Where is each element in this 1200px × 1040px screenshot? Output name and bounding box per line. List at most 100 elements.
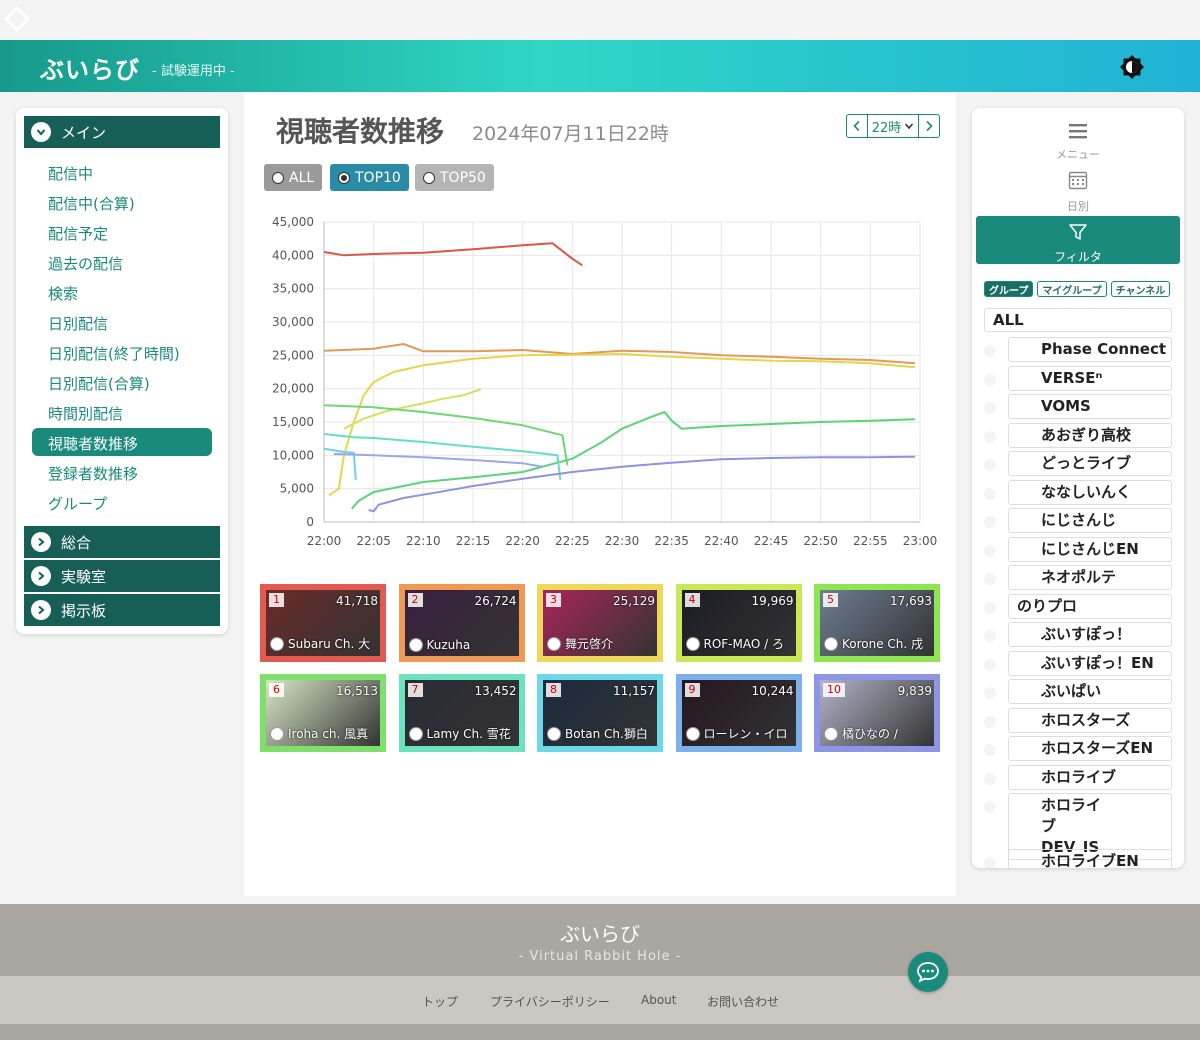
nav-item-subscriber-trend[interactable]: 登録者数推移 xyxy=(48,463,138,484)
nav-item-live[interactable]: 配信中 xyxy=(48,163,93,184)
footer-subtitle: - Virtual Rabbit Hole - xyxy=(518,949,682,964)
mode-top10-button[interactable]: TOP10 xyxy=(330,164,409,191)
theme-toggle-icon[interactable] xyxy=(1118,53,1146,81)
tab-group[interactable]: グループ xyxy=(984,281,1034,297)
footer-link-privacy[interactable]: プライバシーポリシー xyxy=(490,993,610,1010)
rank-badge: 6 xyxy=(269,683,284,697)
group-option[interactable]: VOMS xyxy=(984,394,1172,419)
nav-section-main[interactable]: メイン xyxy=(24,116,220,148)
ranking-tile[interactable]: 2 26,724 Kuzuha xyxy=(398,584,525,662)
rank-badge: 1 xyxy=(269,593,284,607)
group-option[interactable]: VERSEⁿ xyxy=(984,365,1172,391)
group-option[interactable]: ホロスターズ xyxy=(984,707,1172,733)
y-tick-label: 45,000 xyxy=(272,215,314,229)
site-brand[interactable]: ぶいらび xyxy=(40,50,140,85)
nav-item-daily-end[interactable]: 日別配信(終了時間) xyxy=(48,343,180,364)
channel-name-text: Iroha ch. 風真 xyxy=(288,727,369,741)
page-date: 2024年07月11日22時 xyxy=(472,123,669,145)
hour-select[interactable]: 22時 xyxy=(867,115,919,137)
chevron-right-icon xyxy=(31,532,51,552)
channel-name: ローレン・イロ xyxy=(685,725,788,742)
footer-link-top[interactable]: トップ xyxy=(422,993,458,1010)
avatar xyxy=(408,726,423,741)
group-option[interactable]: どっとライブ xyxy=(984,451,1172,476)
group-option[interactable]: あおぎり高校 xyxy=(984,422,1172,448)
group-name: どっとライブ xyxy=(1008,451,1172,476)
ranking-tile[interactable]: 4 19,969 ROF-MAO / ろ xyxy=(675,584,802,662)
checkbox-icon xyxy=(984,345,996,357)
nav-section-lab[interactable]: 実験室 xyxy=(24,560,220,592)
daily-label: 日別 xyxy=(1067,200,1089,213)
tab-channel[interactable]: チャンネル xyxy=(1110,281,1171,297)
group-option[interactable]: のりプロ xyxy=(984,593,1172,619)
checkbox-icon xyxy=(984,516,996,528)
nav-item-daily[interactable]: 日別配信 xyxy=(48,313,108,334)
nav-item-hourly[interactable]: 時間別配信 xyxy=(48,403,123,424)
group-option[interactable]: ネオポルテ xyxy=(984,565,1172,590)
daily-button[interactable]: 日別 xyxy=(976,164,1180,213)
group-option[interactable]: ホロスターズEN xyxy=(984,736,1172,761)
nav-item-daily-combined[interactable]: 日別配信(合算) xyxy=(48,373,150,394)
channel-name-text: Botan Ch.獅白 xyxy=(565,727,648,741)
nav-item-viewer-trend[interactable]: 視聴者数推移 xyxy=(48,433,138,454)
group-option[interactable]: ななしいんく xyxy=(984,479,1172,505)
nav-section-label: 掲示板 xyxy=(61,601,107,620)
series-line xyxy=(323,242,583,267)
y-tick-label: 35,000 xyxy=(272,282,314,296)
checkbox-icon xyxy=(984,430,996,443)
group-option[interactable]: ホロライブ xyxy=(984,764,1172,790)
group-all-option[interactable]: ALL xyxy=(984,308,1172,332)
mode-label: TOP50 xyxy=(440,169,486,186)
menu-label: メニュー xyxy=(1056,148,1100,161)
nav-item-live-combined[interactable]: 配信中(合算) xyxy=(48,193,135,214)
group-option[interactable]: にじさんじEN xyxy=(984,536,1172,562)
group-option[interactable]: ホロライブEN xyxy=(984,849,1172,868)
filter-button[interactable]: フィルタ xyxy=(976,216,1180,264)
group-option[interactable]: ぶいすぽっ！EN xyxy=(984,650,1172,676)
rank-badge: 3 xyxy=(546,593,561,607)
group-option[interactable]: Phase Connect xyxy=(984,337,1172,362)
group-option[interactable]: にじさんじ xyxy=(984,508,1172,533)
ranking-tile[interactable]: 10 9,839 橘ひなの / xyxy=(814,674,940,752)
mode-all-button[interactable]: ALL xyxy=(264,164,323,191)
y-tick-label: 10,000 xyxy=(272,448,314,462)
next-hour-button[interactable] xyxy=(919,115,939,137)
x-tick-label: 22:15 xyxy=(456,534,491,548)
ranking-tile[interactable]: 7 13,452 Lamy Ch. 雪花 xyxy=(398,674,525,752)
avatar xyxy=(685,636,700,651)
ranking-tile[interactable]: 8 11,157 Botan Ch.獅白 xyxy=(537,674,663,752)
stream-thumbnail: 5 17,693 Korone Ch. 戌 xyxy=(820,590,934,656)
group-option[interactable]: ぶいぱい xyxy=(984,679,1172,704)
nav-item-scheduled[interactable]: 配信予定 xyxy=(48,223,108,244)
nav-section-board[interactable]: 掲示板 xyxy=(24,594,220,626)
footer-link-contact[interactable]: お問い合わせ xyxy=(707,993,779,1010)
nav-item-search[interactable]: 検索 xyxy=(48,283,78,304)
checkbox-icon xyxy=(984,772,996,785)
footer: ぶいらび - Virtual Rabbit Hole - xyxy=(0,904,1200,976)
filter-icon xyxy=(1069,224,1087,240)
nav-item-past[interactable]: 過去の配信 xyxy=(48,253,123,274)
avatar xyxy=(685,726,700,741)
y-tick-label: 20,000 xyxy=(272,382,314,396)
prev-hour-button[interactable] xyxy=(847,115,867,137)
group-option[interactable]: ぶいすぽっ！ xyxy=(984,622,1172,647)
ranking-tile[interactable]: 5 17,693 Korone Ch. 戌 xyxy=(814,584,940,662)
chevron-down-icon xyxy=(905,123,914,130)
ranking-tile[interactable]: 9 10,244 ローレン・イロ xyxy=(675,674,802,752)
group-name: VERSEⁿ xyxy=(1008,365,1172,391)
chat-button[interactable] xyxy=(908,952,948,992)
footer-link-about[interactable]: About xyxy=(641,993,676,1007)
series-line xyxy=(333,453,543,468)
ranking-tile[interactable]: 3 25,129 舞元啓介 xyxy=(537,584,663,662)
chevron-down-icon xyxy=(31,122,51,142)
stream-thumbnail: 4 19,969 ROF-MAO / ろ xyxy=(681,590,796,656)
ranking-tile[interactable]: 1 41,718 Subaru Ch. 大 xyxy=(260,584,386,662)
mode-top50-button[interactable]: TOP50 xyxy=(415,164,494,191)
channel-name-text: Lamy Ch. 雪花 xyxy=(426,727,511,741)
menu-button[interactable]: メニュー xyxy=(976,112,1180,161)
series-line xyxy=(368,455,916,513)
nav-section-overall[interactable]: 総合 xyxy=(24,526,220,558)
ranking-tile[interactable]: 6 16,513 Iroha ch. 風真 xyxy=(260,674,386,752)
tab-my-group[interactable]: マイグループ xyxy=(1037,281,1107,297)
nav-item-groups[interactable]: グループ xyxy=(48,493,107,514)
